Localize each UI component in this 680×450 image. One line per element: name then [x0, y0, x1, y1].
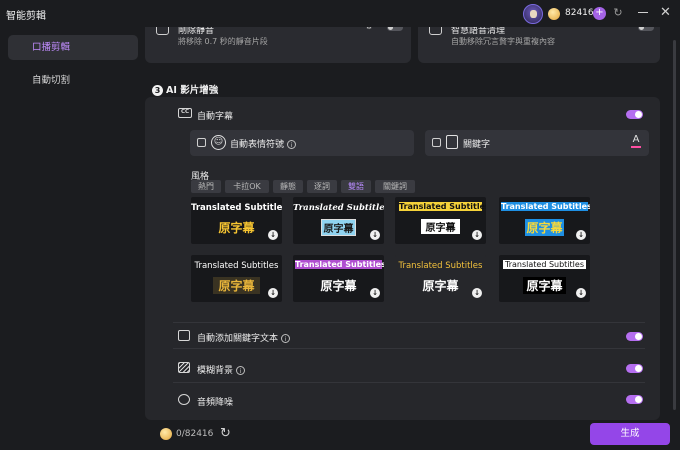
audio-denoise-toggle[interactable] — [626, 395, 643, 404]
keyword-option[interactable]: 關鍵字 A — [425, 130, 649, 156]
subtitle-style-tile[interactable]: Translated Subtitles 原字幕 ↓ — [293, 197, 384, 244]
emoji-option-label: 自動表情符號 — [230, 140, 285, 150]
subtitle-style-tile[interactable]: Translated Subtitles 原字幕 ↓ — [499, 255, 590, 302]
auto-keyword-text-toggle[interactable] — [626, 332, 643, 341]
keyword-option-label: 關鍵字 — [463, 140, 491, 150]
section-title: AI 影片增強 — [166, 85, 219, 96]
refresh-icon[interactable]: ↻ — [220, 426, 231, 441]
tile-english-text: Translated Subtitles — [501, 202, 590, 211]
credit-usage: 0/82416 — [176, 429, 214, 439]
smile-icon: ☺ — [211, 135, 226, 150]
download-icon[interactable]: ↓ — [472, 288, 482, 298]
app-title: 智能剪輯 — [6, 11, 46, 22]
tab-keywords[interactable]: 關鍵詞 — [375, 180, 415, 193]
auto-emoji-option[interactable]: ☺ 自動表情符號 i — [190, 130, 414, 156]
divider — [173, 382, 645, 383]
generate-button[interactable]: 生成 — [590, 423, 670, 445]
subtitle-style-tile[interactable]: Translated Subtitles 原字幕 ↓ — [293, 255, 384, 302]
info-icon[interactable]: i — [236, 366, 246, 375]
card-title: 剛除靜音 — [178, 27, 215, 36]
settings-icon[interactable]: ⚙ — [365, 27, 373, 32]
silence-toggle[interactable] — [387, 27, 403, 31]
blur-background-toggle[interactable] — [626, 364, 643, 373]
tab-bilingual[interactable]: 雙語 — [341, 180, 371, 193]
subtitle-style-tile[interactable]: Translated Subtitles 原字幕 ↓ — [395, 255, 486, 302]
card-description: 將移除 0.7 秒的靜音片段 — [178, 37, 268, 46]
download-icon[interactable]: ↓ — [576, 288, 586, 298]
auto-subtitle-toggle[interactable] — [626, 110, 643, 119]
tile-english-text: Translated Subtitles — [293, 203, 384, 213]
download-icon[interactable]: ↓ — [370, 288, 380, 298]
refresh-icon[interactable]: ↻ — [612, 7, 624, 19]
sidebar-item-auto-cut[interactable]: 自動切割 — [8, 68, 138, 93]
tile-chinese-text: 原字幕 — [525, 219, 564, 236]
section-number: 3 — [152, 85, 163, 96]
coin-icon — [548, 8, 560, 20]
minimize-icon[interactable] — [638, 12, 648, 13]
add-credits-button[interactable]: + — [593, 7, 606, 20]
download-icon[interactable]: ↓ — [472, 230, 482, 240]
voice-clean-toggle[interactable] — [638, 27, 654, 31]
info-icon[interactable]: i — [287, 140, 297, 149]
avatar[interactable] — [523, 4, 543, 24]
tab-word-by-word[interactable]: 逐詞 — [307, 180, 337, 193]
auto-keyword-text-label: 自動添加關鍵字文本 — [197, 334, 279, 344]
coin-icon — [160, 428, 172, 440]
subtitle-style-tile[interactable]: Translated Subtitles 原字幕 ↓ — [395, 197, 486, 244]
tab-popular[interactable]: 熱門 — [191, 180, 221, 193]
tile-chinese-text: 原字幕 — [523, 277, 566, 294]
download-icon[interactable]: ↓ — [370, 230, 380, 240]
tile-chinese-text: 原字幕 — [321, 219, 356, 236]
download-icon[interactable]: ↓ — [268, 288, 278, 298]
audio-denoise-icon — [178, 394, 190, 405]
section-heading: 3 AI 影片增強 — [152, 82, 218, 96]
tile-english-text: Translated Subtitles — [503, 260, 586, 269]
tile-chinese-text: 原字幕 — [213, 277, 260, 294]
keyword-icon — [446, 135, 458, 149]
subtitle-style-tile[interactable]: Translated Subtitles 原字幕 ↓ — [191, 197, 282, 244]
sidebar: 口播剪輯 自動切割 — [0, 27, 145, 450]
cc-icon: CC — [178, 108, 192, 118]
keyword-checkbox[interactable] — [432, 138, 441, 147]
tile-chinese-text: 原字幕 — [421, 219, 460, 234]
audio-denoise-label: 音頻降噪 — [197, 398, 234, 408]
tile-english-text: Translated Subtitles — [398, 261, 483, 271]
blur-background-label: 模糊背景 — [197, 366, 234, 376]
close-icon[interactable]: ✕ — [660, 5, 671, 20]
emoji-checkbox[interactable] — [197, 138, 206, 147]
download-icon[interactable]: ↓ — [576, 230, 586, 240]
auto-subtitle-label: 自動字幕 — [197, 112, 234, 122]
font-color-icon[interactable]: A — [631, 134, 641, 148]
voice-clean-icon — [429, 27, 442, 35]
credit-count: 82416 — [565, 8, 594, 18]
divider — [173, 348, 645, 349]
voice-cleanup-card: 智慧語音清理 自動移除冗言贅字與重複內容 — [418, 27, 660, 63]
tile-english-text: Translated Subtitles — [194, 261, 279, 271]
tab-static[interactable]: 靜態 — [273, 180, 303, 193]
subtitle-style-tile[interactable]: Translated Subtitles 原字幕 ↓ — [191, 255, 282, 302]
sparkle-text-icon — [178, 330, 190, 341]
title-bar: 智能剪輯 82416 + ↻ ✕ — [0, 0, 680, 27]
divider — [173, 322, 645, 323]
silence-icon — [156, 27, 169, 35]
tile-english-text: Translated Subtitles — [295, 260, 384, 269]
card-title: 智慧語音清理 — [451, 27, 506, 36]
tile-english-text: Translated Subtitles — [399, 202, 486, 211]
main-content: 剛除靜音 將移除 0.7 秒的靜音片段 ⚙ 智慧語音清理 自動移除冗言贅字與重複… — [145, 27, 672, 420]
tab-karaoke[interactable]: 卡拉OK — [225, 180, 269, 193]
bottom-bar: 0/82416 ↻ 生成 — [145, 420, 680, 450]
tile-english-text: Translated Subtitles — [191, 203, 282, 213]
enhancement-panel: CC 自動字幕 ☺ 自動表情符號 i 關鍵字 A 風格 熱門 卡拉OK 靜態 逐詞… — [145, 97, 660, 420]
sidebar-item-talking-edit[interactable]: 口播剪輯 — [8, 35, 138, 60]
info-icon[interactable]: i — [281, 334, 291, 343]
silence-removal-card: 剛除靜音 將移除 0.7 秒的靜音片段 ⚙ — [145, 27, 411, 63]
card-description: 自動移除冗言贅字與重複內容 — [451, 37, 555, 46]
subtitle-style-tile[interactable]: Translated Subtitles 原字幕 ↓ — [499, 197, 590, 244]
download-icon[interactable]: ↓ — [268, 230, 278, 240]
blur-icon — [178, 362, 190, 373]
scrollbar[interactable] — [673, 40, 676, 410]
